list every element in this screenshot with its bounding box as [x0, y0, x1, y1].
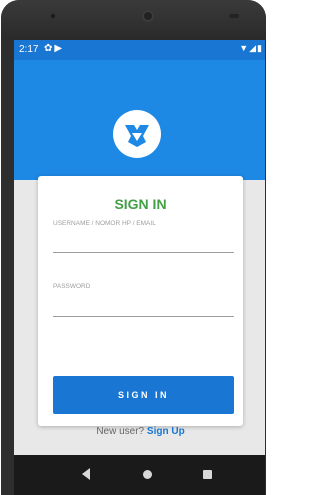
status-left-icons: ✿▶ — [44, 43, 64, 54]
username-label: USERNAME / NOMOR HP / EMAIL — [53, 220, 156, 227]
status-right-icons: ▼◢▮ — [239, 43, 263, 54]
app-screen: 2:17 ✿▶ ▼◢▮ SIGN IN USERNAME / NOMOR HP … — [14, 40, 265, 455]
play-icon: ▶ — [54, 43, 65, 54]
status-bar: 2:17 ✿▶ ▼◢▮ — [14, 40, 265, 60]
logo-glyph — [125, 125, 149, 147]
app-logo-icon — [113, 110, 161, 158]
phone-top-bezel — [1, 0, 266, 40]
page-title: SIGN IN — [114, 196, 167, 212]
password-label: PASSWORD — [53, 283, 91, 290]
wifi-icon: ▼ — [239, 43, 250, 53]
password-field[interactable] — [53, 300, 234, 317]
sign-up-link[interactable]: Sign Up — [147, 426, 185, 437]
battery-icon: ▮ — [257, 43, 263, 53]
login-card: SIGN IN USERNAME / NOMOR HP / EMAIL PASS… — [38, 176, 243, 437]
sign-in-button[interactable]: SIGN IN — [53, 376, 234, 414]
navigation-bar — [14, 455, 265, 495]
signal-icon: ◢ — [249, 43, 258, 53]
status-time: 2:17 — [19, 44, 39, 55]
header-banner — [14, 60, 265, 180]
back-icon[interactable] — [82, 468, 90, 480]
recents-icon[interactable] — [203, 470, 212, 479]
new-user-text: New user? — [96, 426, 145, 437]
username-field[interactable] — [53, 236, 234, 253]
signup-row: New user? Sign Up — [38, 426, 243, 437]
speaker-icon — [51, 14, 55, 18]
front-camera-icon — [142, 10, 154, 22]
gear-icon: ✿ — [44, 43, 55, 54]
home-icon[interactable] — [143, 470, 152, 479]
sensor-icon — [229, 14, 239, 18]
